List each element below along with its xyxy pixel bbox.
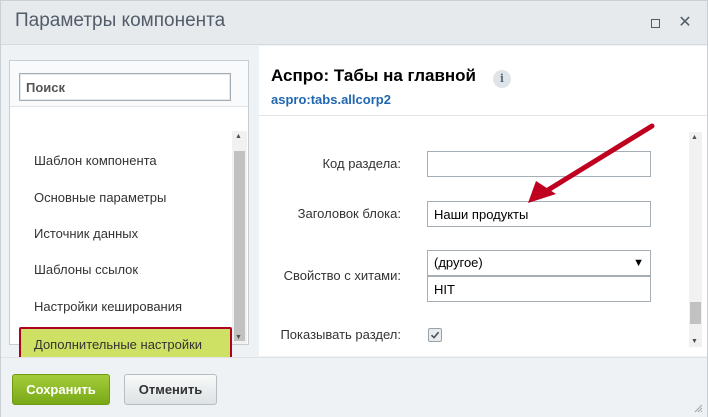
sidebar-item-link-templates[interactable]: Шаблоны ссылок [34,262,138,277]
close-icon[interactable]: ✕ [677,15,693,31]
show-section-label: Показывать раздел: [280,327,401,342]
maximize-icon[interactable] [647,15,663,31]
sidebar-item-data-source[interactable]: Источник данных [34,226,138,241]
search-input[interactable] [19,73,231,101]
dialog-titlebar[interactable]: Параметры компонента ✕ [1,1,707,45]
scroll-up-icon[interactable]: ▲ [691,134,698,141]
component-settings-dialog: Параметры компонента ✕ Шаблон компонента… [0,0,708,417]
search-area [10,61,248,107]
show-section-checkbox[interactable] [428,328,442,342]
hits-property-select[interactable]: (другое) ▼ [427,250,651,276]
dialog-title: Параметры компонента [15,10,226,31]
scroll-up-icon[interactable]: ▲ [235,133,242,140]
sidebar-item-component-template[interactable]: Шаблон компонента [34,153,157,168]
checkmark-icon [430,331,440,339]
scroll-down-icon[interactable]: ▼ [691,338,698,345]
save-button[interactable]: Сохранить [12,374,110,405]
resize-grip-icon[interactable] [693,403,703,413]
block-title-label: Заголовок блока: [297,206,401,221]
component-header: Аспро: Табы на главной i aspro:tabs.allc… [259,46,707,116]
dialog-footer: Сохранить Отменить [1,357,707,417]
hits-property-selected: (другое) [434,255,483,270]
scrollbar-thumb[interactable] [690,302,701,324]
sections-sidebar: Шаблон компонента Основные параметры Ист… [9,60,249,361]
sidebar-item-additional-settings[interactable]: Дополнительные настройки [19,327,232,361]
dialog-content: Шаблон компонента Основные параметры Ист… [1,46,707,361]
component-title: Аспро: Табы на главной [271,66,476,85]
info-icon[interactable]: i [493,70,511,88]
sidebar-item-cache-settings[interactable]: Настройки кеширования [34,299,182,314]
scrollbar-thumb[interactable] [234,151,245,341]
hits-property-custom-input[interactable] [427,276,651,302]
sidebar-item-main-params[interactable]: Основные параметры [34,190,166,205]
block-title-input[interactable] [427,201,651,227]
component-params-panel: Аспро: Табы на главной i aspro:tabs.allc… [259,46,707,356]
hits-property-label: Свойство с хитами: [283,268,401,283]
component-code: aspro:tabs.allcorp2 [271,92,391,107]
dropdown-caret-icon: ▼ [633,257,644,269]
cancel-button[interactable]: Отменить [124,374,217,405]
params-scrollbar[interactable]: ▲ ▼ [689,132,702,347]
section-code-label: Код раздела: [322,156,401,171]
section-code-input[interactable] [427,151,651,177]
